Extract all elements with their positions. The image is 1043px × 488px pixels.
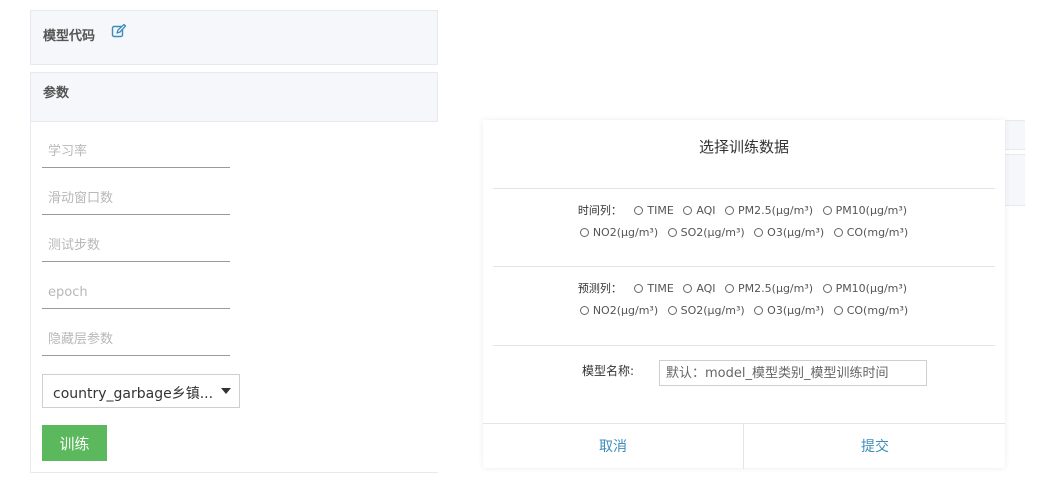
- predict-column-label: 预测列：: [577, 282, 622, 295]
- radio-circle-icon: [579, 306, 589, 315]
- predict-radio-no2[interactable]: NO2(μg/m³): [579, 300, 658, 322]
- dataset-select-value: country_garbage乡镇...: [53, 386, 214, 402]
- radio-circle-icon: [822, 284, 832, 293]
- test-steps-field[interactable]: [42, 216, 230, 262]
- params-title: 参数: [43, 86, 70, 101]
- test-steps-input[interactable]: [48, 238, 223, 253]
- predict-radio-so2[interactable]: SO2(μg/m³): [667, 300, 745, 322]
- learning-rate-input[interactable]: [48, 144, 223, 159]
- radio-circle-icon: [634, 206, 644, 215]
- cancel-button[interactable]: 取消: [483, 424, 744, 469]
- model-code-header: 模型代码: [30, 10, 438, 65]
- time-column-label: 时间列：: [577, 204, 622, 217]
- time-radio-so2[interactable]: SO2(μg/m³): [667, 222, 745, 244]
- predict-radio-pm25[interactable]: PM2.5(μg/m³): [725, 278, 813, 300]
- epoch-input[interactable]: [48, 285, 223, 300]
- radio-circle-icon: [725, 206, 735, 215]
- epoch-field[interactable]: [42, 263, 230, 309]
- dialog-footer: 取消 提交: [483, 423, 1005, 469]
- train-button[interactable]: 训练: [42, 425, 107, 461]
- model-name-input[interactable]: [659, 360, 927, 386]
- time-radio-pm25[interactable]: PM2.5(μg/m³): [725, 200, 813, 222]
- radio-circle-icon: [667, 228, 677, 237]
- radio-circle-icon: [754, 306, 764, 315]
- time-radio-pm10[interactable]: PM10(μg/m³): [822, 200, 907, 222]
- time-column-row: 时间列： TIME AQI PM2.5(μg/m³) PM10(μg/m³) N…: [483, 200, 1005, 244]
- dialog-title: 选择训练数据: [698, 138, 789, 156]
- window-count-field[interactable]: [42, 169, 230, 215]
- model-name-label: 模型名称:: [582, 364, 635, 378]
- radio-circle-icon: [754, 228, 764, 237]
- divider: [493, 345, 995, 346]
- radio-circle-icon: [634, 284, 644, 293]
- background-panel-strip: [1005, 120, 1025, 150]
- radio-circle-icon: [833, 228, 843, 237]
- time-radio-o3[interactable]: O3(μg/m³): [754, 222, 824, 244]
- predict-column-row: 预测列： TIME AQI PM2.5(μg/m³) PM10(μg/m³) N…: [483, 278, 1005, 322]
- learning-rate-field[interactable]: [42, 122, 230, 168]
- params-header: 参数: [30, 72, 438, 122]
- time-radio-co[interactable]: CO(mg/m³): [833, 222, 908, 244]
- divider: [493, 188, 995, 189]
- edit-icon[interactable]: [111, 23, 127, 39]
- predict-radio-aqi[interactable]: AQI: [683, 278, 716, 300]
- time-radio-aqi[interactable]: AQI: [683, 200, 716, 222]
- time-radio-no2[interactable]: NO2(μg/m³): [579, 222, 658, 244]
- radio-circle-icon: [683, 206, 693, 215]
- select-training-data-dialog: 选择训练数据 时间列： TIME AQI PM2.5(μg/m³) PM10(μ…: [483, 120, 1005, 469]
- radio-circle-icon: [667, 306, 677, 315]
- predict-radio-o3[interactable]: O3(μg/m³): [754, 300, 824, 322]
- model-code-title: 模型代码: [43, 29, 96, 44]
- time-radio-time[interactable]: TIME: [634, 200, 674, 222]
- predict-radio-pm10[interactable]: PM10(μg/m³): [822, 278, 907, 300]
- window-count-input[interactable]: [48, 191, 223, 206]
- hidden-layer-field[interactable]: [42, 310, 230, 356]
- divider: [493, 266, 995, 267]
- caret-down-icon: [221, 388, 231, 394]
- predict-radio-co[interactable]: CO(mg/m³): [833, 300, 908, 322]
- radio-circle-icon: [579, 228, 589, 237]
- radio-circle-icon: [822, 206, 832, 215]
- dataset-select[interactable]: country_garbage乡镇...: [42, 374, 240, 408]
- radio-circle-icon: [833, 306, 843, 315]
- hidden-layer-input[interactable]: [48, 332, 223, 347]
- background-panel-strip: [1005, 154, 1025, 206]
- radio-circle-icon: [725, 284, 735, 293]
- submit-button[interactable]: 提交: [745, 424, 1005, 469]
- predict-radio-time[interactable]: TIME: [634, 278, 674, 300]
- radio-circle-icon: [683, 284, 693, 293]
